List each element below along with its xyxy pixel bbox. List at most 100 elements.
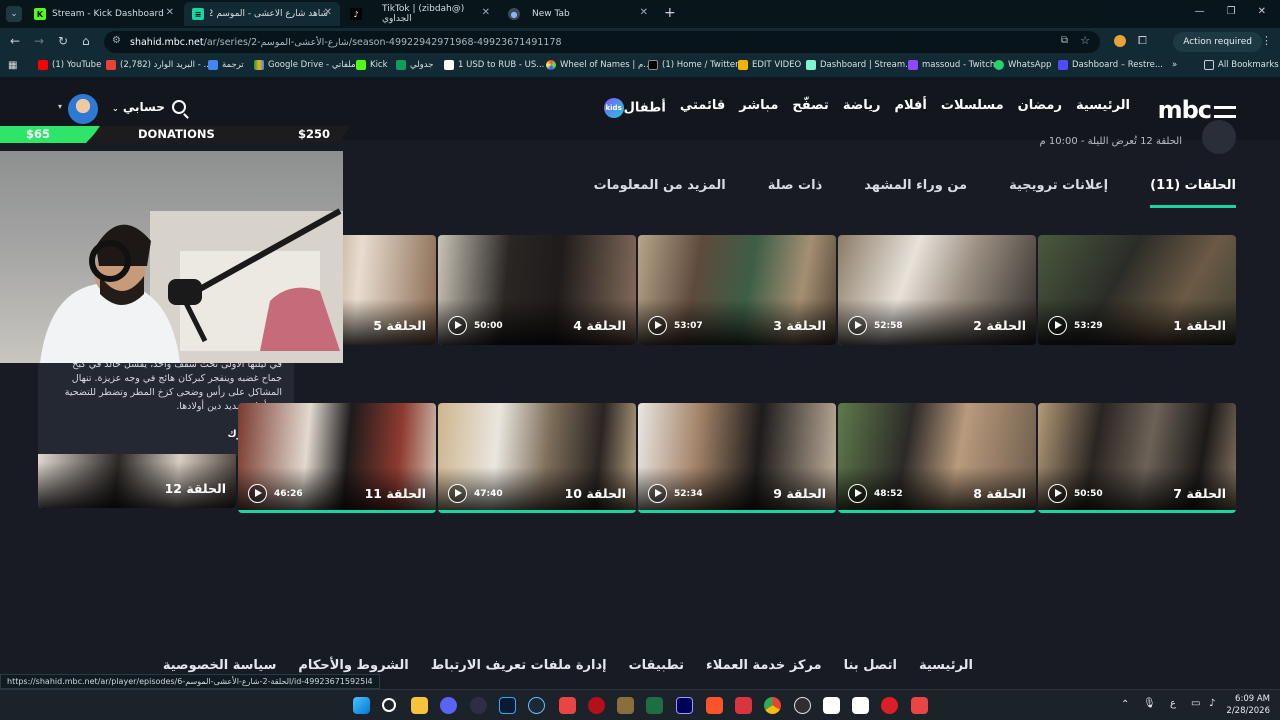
all-bookmarks-folder[interactable]: All Bookmarks (1204, 60, 1279, 70)
premiere-icon[interactable] (676, 697, 693, 714)
tab-behind-scenes[interactable]: من وراء المشهد (864, 178, 967, 208)
episode-card[interactable]: الحلقة 1 53:29 (1038, 235, 1236, 345)
footer-link-support[interactable]: مركز خدمة العملاء (706, 658, 822, 673)
streamlabs-taskbar-icon[interactable] (852, 697, 869, 714)
browser-tab-tiktok[interactable]: ♪ TikTok | (zibdah@) الجداوي ✕ (342, 2, 498, 26)
nav-kids[interactable]: أطفالkids (600, 98, 666, 118)
episode-card[interactable]: الحلقة 8 48:52 (838, 403, 1036, 513)
file-explorer-icon[interactable] (411, 697, 428, 714)
browser-tab-kick[interactable]: K Stream - Kick Dashboard ✕ (26, 2, 182, 26)
tab-related[interactable]: ذات صلة (768, 178, 822, 208)
episode-card[interactable]: الحلقة 3 53:07 (638, 235, 836, 345)
bookmark-item[interactable]: Wheel of Names | م... (546, 60, 651, 70)
red-app-icon[interactable] (588, 697, 605, 714)
bookmark-item[interactable]: massoud - Twitch (908, 60, 995, 70)
user-avatar[interactable] (68, 94, 98, 124)
nav-live[interactable]: مباشر (739, 98, 778, 118)
excel-icon[interactable] (646, 697, 663, 714)
tab-episodes[interactable]: الحلقات (11) (1150, 178, 1236, 208)
bookmark-item[interactable]: WhatsApp (994, 60, 1051, 70)
bookmark-item[interactable]: (2,782) البريد الوارد - ... (106, 60, 212, 70)
photoshop-icon[interactable] (499, 697, 516, 714)
search-taskbar-icon[interactable] (382, 698, 396, 712)
bookmark-item[interactable]: Dashboard – Restre... (1058, 60, 1163, 70)
more-bookmarks-icon[interactable]: » (1172, 60, 1177, 70)
avatar-caret-icon[interactable]: ▾ (58, 102, 62, 111)
photo-app-icon[interactable] (735, 697, 752, 714)
site-info-icon[interactable]: ⚙ (112, 35, 121, 46)
play-icon[interactable] (648, 484, 667, 503)
bookmark-item[interactable]: ترجمة (208, 60, 244, 70)
browser-tab-shahid[interactable]: ≡ شاهد شارع الأعشى - الموسم 2 | ... ✕ (184, 2, 340, 26)
media-player-icon[interactable] (470, 697, 487, 714)
nav-ramadan[interactable]: رمضان (1018, 98, 1062, 118)
windows-start-icon[interactable] (353, 697, 370, 714)
obs-icon[interactable] (794, 697, 811, 714)
tab-promos[interactable]: إعلانات ترويجية (1009, 178, 1108, 208)
restore-icon[interactable]: ❐ (1227, 6, 1236, 17)
minimize-icon[interactable]: — (1195, 6, 1205, 17)
close-tab-icon[interactable]: ✕ (166, 7, 174, 18)
nav-my-list[interactable]: قائمتي (680, 98, 725, 118)
extension-icon[interactable] (1114, 35, 1126, 47)
url-bar[interactable]: ⚙ shahid.mbc.net /ar/series/2-شارع-الأعش… (104, 31, 1100, 53)
footer-link-contact[interactable]: اتصل بنا (844, 658, 897, 673)
footer-link-cookies[interactable]: إدارة ملفات تعريف الارتباط (431, 658, 607, 673)
steam-icon[interactable] (528, 697, 545, 714)
nav-home[interactable]: الرئيسية (1076, 98, 1130, 118)
nav-series[interactable]: مسلسلات (941, 98, 1004, 118)
bookmark-item[interactable]: Kick (356, 60, 388, 70)
close-tab-icon[interactable]: ✕ (482, 7, 490, 18)
discord-icon[interactable] (440, 697, 457, 714)
bookmark-item[interactable]: Dashboard | Stream... (806, 60, 913, 70)
episode-card[interactable]: الحلقة 2 52:58 (838, 235, 1036, 345)
capcut-icon[interactable] (823, 697, 840, 714)
calendar-app-2-icon[interactable] (911, 697, 928, 714)
play-icon[interactable] (648, 316, 667, 335)
footer-link-home[interactable]: الرئيسية (919, 658, 973, 673)
bookmark-star-icon[interactable]: ☆ (1080, 34, 1090, 47)
tray-chevron-icon[interactable]: ⌃ (1121, 699, 1129, 710)
episode-card[interactable]: الحلقة 7 50:50 (1038, 403, 1236, 513)
creative-cloud-icon[interactable] (881, 697, 898, 714)
play-icon[interactable] (448, 316, 467, 335)
footer-link-privacy[interactable]: سياسة الخصوصية (163, 658, 277, 673)
bookmark-item[interactable]: (1) YouTube (38, 60, 101, 70)
play-icon[interactable] (248, 484, 267, 503)
play-icon[interactable] (1048, 316, 1067, 335)
close-window-icon[interactable]: ✕ (1258, 6, 1266, 17)
nav-browse[interactable]: تصفّح (792, 98, 828, 118)
close-tab-icon[interactable]: ✕ (324, 7, 332, 18)
menu-dots-icon[interactable]: ⋮ (1261, 34, 1272, 47)
game-icon[interactable] (617, 697, 634, 714)
bookmark-item[interactable]: EDIT VIDEO (738, 60, 801, 70)
search-icon[interactable] (172, 100, 186, 114)
close-tab-icon[interactable]: ✕ (640, 7, 648, 18)
mbc-logo[interactable]: mbc (1158, 96, 1236, 124)
account-menu[interactable]: حسابي ⌄ (112, 100, 165, 114)
bookmark-item[interactable]: 1 USD to RUB - US... (444, 60, 544, 70)
episode-card[interactable]: الحلقة 4 50:00 (438, 235, 636, 345)
language-indicator[interactable]: ع (1170, 698, 1176, 709)
episode-card[interactable]: الحلقة 11 46:26 (238, 403, 436, 513)
play-icon[interactable] (848, 484, 867, 503)
bookmark-item[interactable]: (1) Home / Twitter (648, 60, 739, 70)
brave-icon[interactable] (706, 697, 723, 714)
nav-sports[interactable]: رياضة (843, 98, 881, 118)
play-icon[interactable] (848, 316, 867, 335)
microphone-icon[interactable]: 🎙 (1143, 698, 1156, 709)
install-app-icon[interactable]: ⧉ (1061, 35, 1068, 46)
extensions-puzzle-icon[interactable]: ⧠ (1138, 34, 1147, 48)
home-icon[interactable]: ⌂ (82, 34, 90, 48)
play-icon[interactable] (1048, 484, 1067, 503)
clock[interactable]: 6:09 AM 2/28/2026 (1226, 693, 1270, 717)
apps-grid-icon[interactable]: ▦ (8, 60, 17, 71)
reload-icon[interactable]: ↻ (58, 34, 68, 48)
episode-card[interactable]: الحلقة 10 47:40 (438, 403, 636, 513)
chrome-taskbar-icon[interactable] (764, 697, 781, 714)
play-icon[interactable] (448, 484, 467, 503)
volume-icon[interactable]: ♪ (1209, 698, 1215, 709)
footer-link-terms[interactable]: الشروط والأحكام (298, 658, 408, 673)
forward-icon[interactable]: → (34, 34, 44, 48)
new-tab-icon[interactable]: + (664, 5, 676, 21)
